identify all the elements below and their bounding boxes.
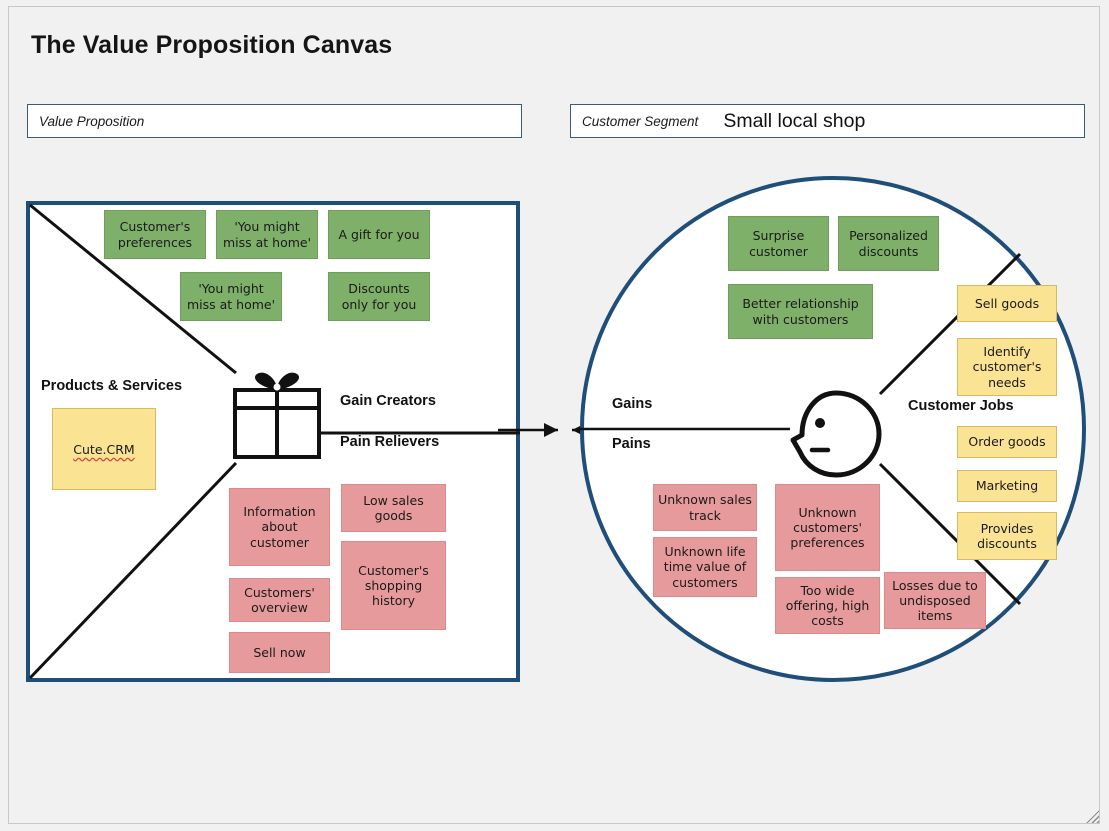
note-pain-reliever-3[interactable]: Customer's shopping history [341,541,446,630]
note-gain-0[interactable]: Surprise customer [728,216,829,271]
note-products-services-0[interactable]: Cute.CRM [52,408,156,490]
note-gain-creator-2[interactable]: A gift for you [328,210,430,259]
customer-segment-value: Small local shop [723,109,866,132]
note-pain-reliever-1[interactable]: Low sales goods [341,484,446,532]
note-pain-reliever-0[interactable]: Information about customer [229,488,330,566]
customer-segment-label: Customer Segment [582,113,699,129]
note-gain-creator-1[interactable]: 'You might miss at home' [216,210,318,259]
window-frame-right [1099,6,1100,824]
note-customer-job-3[interactable]: Marketing [957,470,1057,502]
note-gain-creator-3[interactable]: 'You might miss at home' [180,272,282,321]
note-pain-3[interactable]: Too wide offering, high costs [775,577,880,634]
customer-segment-field[interactable]: Customer Segment Small local shop [570,104,1085,138]
gift-icon [233,372,321,459]
customer-jobs-label: Customer Jobs [908,398,1014,414]
pains-label: Pains [612,436,651,452]
gain-creators-label: Gain Creators [340,393,436,409]
customer-head-icon [790,390,882,478]
note-pain-1[interactable]: Unknown life time value of customers [653,537,757,597]
note-customer-job-2[interactable]: Order goods [957,426,1057,458]
window-frame-top [8,6,1100,7]
note-customer-job-4[interactable]: Provides discounts [957,512,1057,560]
note-customer-job-0[interactable]: Sell goods [957,285,1057,322]
page-title: The Value Proposition Canvas [31,31,393,59]
note-pain-2[interactable]: Unknown customers' preferences [775,484,880,571]
note-customer-job-1[interactable]: Identify customer's needs [957,338,1057,396]
gains-label: Gains [612,396,653,412]
products-services-label: Products & Services [41,378,183,394]
resize-grip-icon[interactable] [1085,809,1099,823]
value-proposition-field[interactable]: Value Proposition [27,104,522,138]
note-pain-4[interactable]: Losses due to undisposed items [884,572,986,629]
note-pain-0[interactable]: Unknown sales track [653,484,757,531]
value-proposition-label: Value Proposition [39,113,145,129]
canvas-frame: The Value Proposition Canvas Value Propo… [0,0,1109,831]
note-gain-creator-4[interactable]: Discounts only for you [328,272,430,321]
window-frame-bottom [8,823,1100,824]
note-gain-1[interactable]: Personalized discounts [838,216,939,271]
window-frame-left [8,6,9,824]
pain-relievers-label: Pain Relievers [340,434,440,450]
note-gain-creator-0[interactable]: Customer's preferences [104,210,206,259]
note-pain-reliever-2[interactable]: Customers' overview [229,578,330,622]
note-gain-2[interactable]: Better relationship with customers [728,284,873,339]
note-pain-reliever-4[interactable]: Sell now [229,632,330,673]
note-text: Cute.CRM [73,441,135,457]
